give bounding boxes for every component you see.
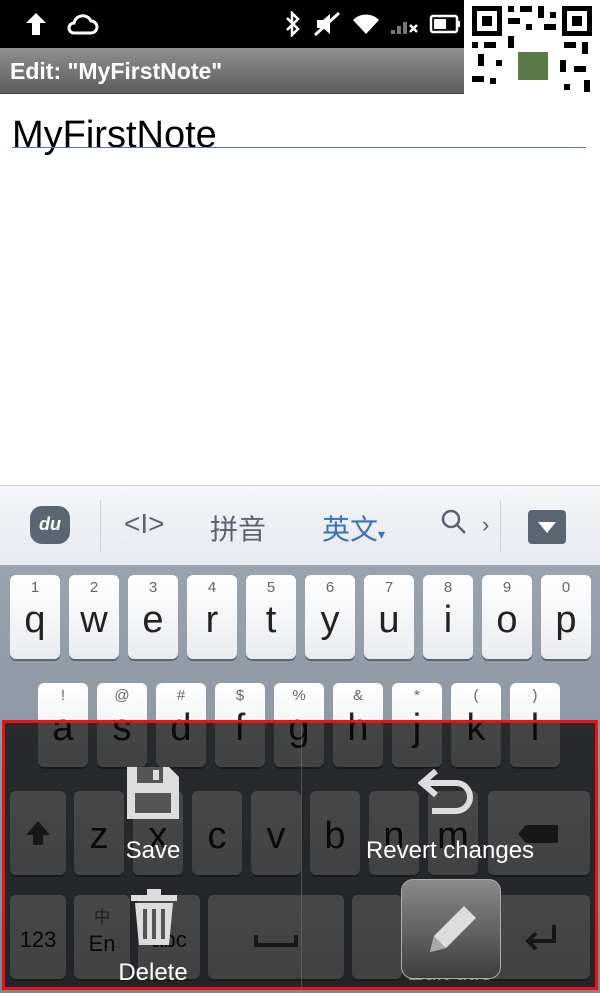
key-hint: #: [176, 687, 186, 704]
pinyin-mode-button[interactable]: 拼音: [210, 508, 266, 548]
key-label: p: [555, 599, 577, 641]
key-label: i: [443, 599, 453, 641]
note-title-field[interactable]: MyFirstNote: [12, 114, 217, 157]
divider: [500, 500, 501, 552]
trash-icon: [131, 889, 177, 945]
battery-icon: [428, 8, 462, 40]
key-label: t: [265, 599, 277, 641]
bluetooth-icon: [282, 8, 304, 40]
key-label: y: [320, 599, 340, 641]
key-label: o: [496, 599, 518, 641]
key-label: r: [205, 599, 219, 641]
undo-arrow-icon: [418, 768, 473, 814]
key-hint: $: [235, 687, 245, 704]
key-hint: 6: [325, 579, 335, 596]
english-mode-button[interactable]: 英文▾: [322, 508, 385, 548]
text-underline: [12, 147, 586, 148]
upload-arrow-icon: [22, 8, 50, 40]
key-label: w: [80, 599, 108, 641]
key-y[interactable]: 6y: [305, 575, 355, 659]
key-hint: %: [292, 687, 306, 704]
key-hint: 4: [207, 579, 217, 596]
chevron-down-icon: [538, 522, 556, 533]
mute-icon: [312, 8, 342, 40]
save-disk-icon: [127, 767, 179, 819]
key-hint: 7: [384, 579, 394, 596]
key-hint: 2: [89, 579, 99, 596]
key-i[interactable]: 8i: [423, 575, 473, 659]
key-w[interactable]: 2w: [69, 575, 119, 659]
revert-changes-label: Revert changes: [365, 837, 535, 864]
key-u[interactable]: 7u: [364, 575, 414, 659]
key-hint: !: [60, 687, 66, 704]
search-button[interactable]: [440, 508, 468, 543]
ime-toolbar: du <I> 拼音 英文▾ ›: [0, 485, 600, 565]
search-icon: [441, 509, 466, 534]
delete-menu-item[interactable]: Delete: [5, 873, 301, 990]
key-p[interactable]: 0p: [541, 575, 591, 659]
title-bar: Edit: "MyFirstNote": [0, 48, 464, 94]
options-menu: Save Revert changes Delete Edit title: [2, 720, 598, 990]
edit-title-button[interactable]: [401, 879, 501, 979]
key-hint: 9: [502, 579, 512, 596]
english-mode-label: 英文: [322, 514, 379, 545]
key-hint: ): [532, 687, 538, 704]
baidu-logo-icon[interactable]: du: [30, 506, 70, 544]
cursor-move-button[interactable]: <I>: [124, 508, 164, 540]
key-hint: 5: [266, 579, 276, 596]
save-label: Save: [125, 837, 181, 864]
wifi-icon: [350, 8, 382, 40]
pencil-icon: [430, 906, 476, 952]
key-r[interactable]: 4r: [187, 575, 237, 659]
page-title: Edit: "MyFirstNote": [10, 58, 223, 84]
key-q[interactable]: 1q: [10, 575, 60, 659]
more-chevron-icon[interactable]: ›: [482, 512, 489, 538]
key-hint: 3: [148, 579, 158, 596]
qr-logo-image: [516, 50, 550, 82]
key-hint: &: [352, 687, 363, 704]
key-hint: 1: [30, 579, 40, 596]
collapse-keyboard-button[interactable]: [528, 510, 566, 544]
key-hint: @: [114, 687, 130, 704]
signal-icon: [388, 8, 420, 40]
key-hint: *: [414, 687, 420, 704]
key-hint: 8: [443, 579, 453, 596]
divider: [100, 500, 101, 552]
key-t[interactable]: 5t: [246, 575, 296, 659]
dropdown-caret-icon: ▾: [378, 526, 386, 542]
key-hint: 0: [561, 579, 571, 596]
note-editor[interactable]: MyFirstNote: [0, 94, 600, 485]
save-menu-item[interactable]: Save: [5, 723, 301, 873]
key-label: e: [142, 599, 164, 641]
key-hint: (: [473, 687, 479, 704]
key-e[interactable]: 3e: [128, 575, 178, 659]
cloud-icon: [64, 8, 100, 40]
key-label: u: [378, 599, 400, 641]
key-label: q: [24, 599, 46, 641]
revert-changes-menu-item[interactable]: Revert changes: [302, 723, 598, 873]
delete-label: Delete: [118, 959, 188, 986]
key-o[interactable]: 9o: [482, 575, 532, 659]
